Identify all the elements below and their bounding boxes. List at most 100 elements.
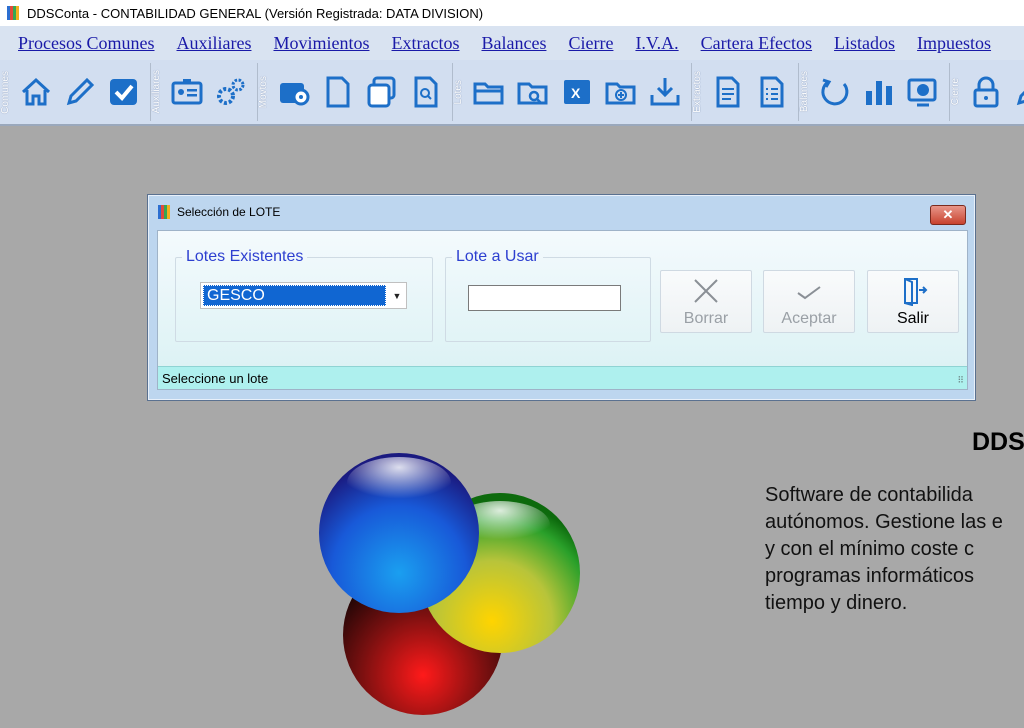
close-icon: ✕ [942,207,954,222]
menu-impuestos[interactable]: Impuestos [917,33,991,54]
bar-chart-icon [866,81,892,105]
window-title: DDSConta - CONTABILIDAD GENERAL (Versión… [27,5,484,21]
excel-icon: X [564,80,590,104]
folder-add-button[interactable] [602,70,640,114]
toolbar-group-auxiliares: Auxiliares [151,63,258,121]
menu-cartera-efectos[interactable]: Cartera Efectos [701,33,812,54]
disk-folder-icon [280,83,310,106]
check-button[interactable] [105,70,143,114]
toolbar-group-label: Movtos [258,75,269,109]
toolbar-group-lotes: Lotes X [453,63,692,121]
borrar-label: Borrar [683,309,729,327]
menu-procesos-comunes[interactable]: Procesos Comunes [18,33,155,54]
documents-icon [367,76,396,108]
pie-chart-icon [907,78,937,107]
pie-chart-button[interactable] [904,70,942,114]
menu-listados[interactable]: Listados [834,33,895,54]
aceptar-label: Aceptar [781,309,837,327]
refresh-button[interactable] [816,70,854,114]
menu-balances[interactable]: Balances [481,33,546,54]
menu-iva[interactable]: I.V.A. [635,33,678,54]
aceptar-button[interactable]: Aceptar [763,270,855,333]
app-icon [7,6,19,20]
toolbar: Comunes Auxiliares Movtos Lotes X Extrac… [0,60,1024,126]
toolbar-group-comunes: Comunes [0,63,151,121]
selected-lote: GESCO [203,285,386,306]
search-document-icon [414,76,438,108]
open-folder-button[interactable] [470,70,508,114]
id-card-button[interactable] [168,70,206,114]
dialog-body: Lotes Existentes GESCO ▼ Lote a Usar Bor… [157,230,968,390]
borrar-button[interactable]: Borrar [660,270,752,333]
document-button[interactable] [319,70,357,114]
folder-search-button[interactable] [514,70,552,114]
search-document-button[interactable] [407,70,445,114]
toolbar-group-label: Cierre [950,78,961,106]
refresh-icon [821,78,849,106]
id-card-icon [171,79,203,105]
lotes-existentes-legend: Lotes Existentes [186,248,304,265]
disk-button[interactable] [275,70,313,114]
list-document-icon [760,76,784,108]
product-description: Software de contabilida autónomos. Gesti… [765,482,1024,617]
description-line: tiempo y dinero. [765,592,908,614]
menu-auxiliares[interactable]: Auxiliares [177,33,252,54]
dialog-title-bar[interactable]: Selección de LOTE [148,195,975,229]
resize-grip-icon[interactable]: ⠿ [957,375,964,386]
lote-usar-input[interactable] [468,285,621,311]
menu-bar: Procesos Comunes Auxiliares Movimientos … [0,26,1024,60]
bar-chart-button[interactable] [860,70,898,114]
svg-text:X: X [571,85,581,101]
home-button[interactable] [17,70,55,114]
lock-icon [973,76,999,108]
toolbar-group-label: Balances [799,71,810,113]
toolbar-group-label: Lotes [453,79,464,105]
lote-usar-legend: Lote a Usar [456,248,539,265]
toolbar-group-label: Auxiliares [151,70,162,114]
edit-note-button[interactable] [1011,70,1024,114]
folder-search-icon [517,82,548,105]
salir-label: Salir [896,309,929,327]
toolbar-group-movtos: Movtos [258,63,453,121]
folder-add-icon [605,82,636,105]
edit-button[interactable] [61,70,99,114]
chevron-down-icon[interactable]: ▼ [388,283,406,308]
status-text: Seleccione un lote [162,370,269,386]
lock-button[interactable] [967,70,1005,114]
description-line: autónomos. Gestione las e [765,511,1003,533]
checkmark-icon [797,285,821,299]
close-icon [694,278,718,303]
text-document-button[interactable] [709,70,747,114]
menu-movimientos[interactable]: Movimientos [273,33,369,54]
edit-icon [1016,90,1024,106]
settings-button[interactable] [212,70,250,114]
dialog-title: Selección de LOTE [177,205,281,219]
download-icon [650,78,680,106]
logo-spheres [319,453,580,715]
excel-button[interactable]: X [558,70,596,114]
text-document-icon [716,76,740,108]
toolbar-group-extractos: Extractos [692,63,799,121]
home-icon [21,77,51,106]
gears-icon [217,78,245,105]
document-icon [326,76,350,108]
description-line: y con el mínimo coste c [765,538,974,560]
list-document-button[interactable] [753,70,791,114]
documents-button[interactable] [363,70,401,114]
product-title: DDS [972,428,1024,456]
close-button[interactable]: ✕ [930,205,966,225]
pencil-icon [66,77,95,106]
description-line: programas informáticos [765,565,974,587]
menu-cierre[interactable]: Cierre [568,33,613,54]
status-bar: Seleccione un lote ⠿ [158,366,967,389]
exit-door-icon [904,277,928,306]
download-button[interactable] [646,70,684,114]
title-bar: DDSConta - CONTABILIDAD GENERAL (Versión… [0,0,1024,26]
lotes-existentes-combo[interactable]: GESCO ▼ [200,282,407,309]
folder-open-icon [473,82,504,105]
salir-button[interactable]: Salir [867,270,959,333]
toolbar-group-label: Extractos [692,71,703,113]
checkbox-icon [110,79,137,105]
toolbar-group-cierre: Cierre [950,63,1024,121]
menu-extractos[interactable]: Extractos [392,33,460,54]
